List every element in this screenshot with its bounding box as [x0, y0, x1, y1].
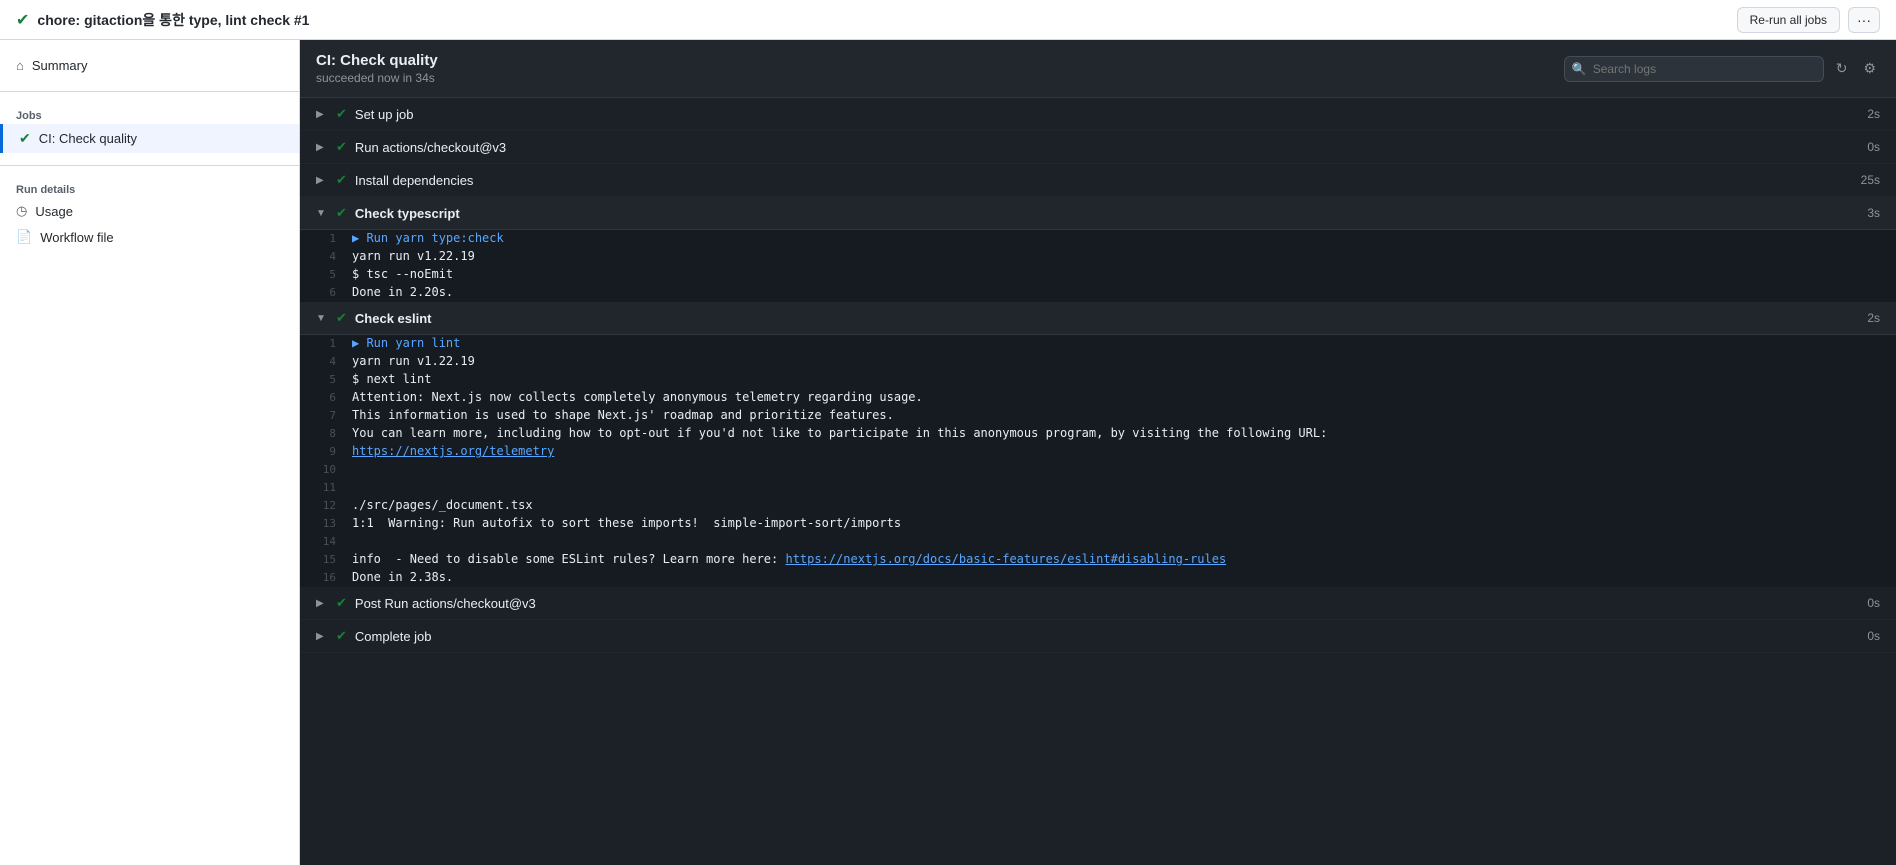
sidebar: ⌂ Summary Jobs ✔ CI: Check quality Run d…	[0, 40, 300, 865]
step-success-icon: ✔	[336, 139, 347, 155]
job-header-controls: 🔍 ↻ ⚙	[1564, 56, 1880, 82]
more-options-button[interactable]: ···	[1848, 7, 1880, 33]
step-name: Run actions/checkout@v3	[355, 140, 506, 155]
sidebar-item-ci-check[interactable]: ✔ CI: Check quality	[0, 124, 299, 153]
sidebar-divider-1	[0, 91, 299, 92]
step-name: Install dependencies	[355, 173, 474, 188]
job-success-icon: ✔	[19, 130, 31, 147]
step-time: 0s	[1867, 596, 1880, 610]
log-line: 7 This information is used to shape Next…	[300, 407, 1896, 425]
main-layout: ⌂ Summary Jobs ✔ CI: Check quality Run d…	[0, 40, 1896, 865]
sidebar-divider-2	[0, 165, 299, 166]
step-time: 25s	[1861, 173, 1880, 187]
log-line: 15 info - Need to disable some ESLint ru…	[300, 551, 1896, 569]
usage-label: Usage	[35, 204, 73, 219]
step-success-icon: ✔	[336, 172, 347, 188]
log-line: 12 ./src/pages/_document.tsx	[300, 497, 1896, 515]
log-line: 6 Done in 2.20s.	[300, 284, 1896, 302]
step-section-eslint: ▼ ✔ Check eslint 2s 1 ▶ Run yarn lint 4 …	[300, 302, 1896, 587]
log-line: 13 1:1 Warning: Run autofix to sort thes…	[300, 515, 1896, 533]
sidebar-item-summary[interactable]: ⌂ Summary	[0, 52, 299, 79]
chevron-right-icon: ▶	[316, 109, 328, 120]
main-content: CI: Check quality succeeded now in 34s 🔍…	[300, 40, 1896, 865]
chevron-down-icon: ▼	[316, 208, 328, 219]
step-row-setup[interactable]: ▶ ✔ Set up job 2s	[300, 98, 1896, 131]
log-line: 11	[300, 479, 1896, 497]
step-time: 2s	[1867, 107, 1880, 121]
log-line: 4 yarn run v1.22.19	[300, 248, 1896, 266]
file-icon: 📄	[16, 229, 32, 245]
top-bar-left: ✔ chore: gitaction을 통한 type, lint check …	[16, 10, 309, 30]
log-line: 10	[300, 461, 1896, 479]
log-block-eslint: 1 ▶ Run yarn lint 4 yarn run v1.22.19 5 …	[300, 335, 1896, 587]
step-success-icon: ✔	[336, 310, 347, 326]
step-success-icon: ✔	[336, 628, 347, 644]
step-success-icon: ✔	[336, 106, 347, 122]
step-time: 3s	[1867, 206, 1880, 220]
step-title: Check eslint	[355, 311, 432, 326]
sidebar-summary-section: ⌂ Summary	[0, 48, 299, 83]
log-line: 14	[300, 533, 1896, 551]
step-time: 2s	[1867, 311, 1880, 325]
log-block-typescript: 1 ▶ Run yarn type:check 4 yarn run v1.22…	[300, 230, 1896, 302]
step-row-install[interactable]: ▶ ✔ Install dependencies 25s	[300, 164, 1896, 197]
refresh-button[interactable]: ↻	[1832, 56, 1852, 81]
chevron-right-icon: ▶	[316, 175, 328, 186]
search-logs-input[interactable]	[1564, 56, 1824, 82]
sidebar-item-usage[interactable]: ◷ Usage	[0, 198, 299, 224]
log-line: 5 $ tsc --noEmit	[300, 266, 1896, 284]
sidebar-summary-label: Summary	[32, 58, 88, 73]
telemetry-link[interactable]: https://nextjs.org/telemetry	[352, 444, 554, 458]
chevron-right-icon: ▶	[316, 631, 328, 642]
log-line: 5 $ next lint	[300, 371, 1896, 389]
log-line: 4 yarn run v1.22.19	[300, 353, 1896, 371]
job-header-info: CI: Check quality succeeded now in 34s	[316, 52, 438, 85]
log-line: 8 You can learn more, including how to o…	[300, 425, 1896, 443]
step-row-checkout[interactable]: ▶ ✔ Run actions/checkout@v3 0s	[300, 131, 1896, 164]
log-line: 1 ▶ Run yarn type:check	[300, 230, 1896, 248]
sidebar-item-workflow[interactable]: 📄 Workflow file	[0, 224, 299, 250]
step-row-complete[interactable]: ▶ ✔ Complete job 0s	[300, 620, 1896, 653]
run-details-label: Run details	[0, 178, 299, 198]
step-title: Check typescript	[355, 206, 460, 221]
step-success-icon: ✔	[336, 205, 347, 221]
step-row-post-checkout[interactable]: ▶ ✔ Post Run actions/checkout@v3 0s	[300, 587, 1896, 620]
job-item-label: CI: Check quality	[39, 131, 137, 146]
step-header-typescript[interactable]: ▼ ✔ Check typescript 3s	[300, 197, 1896, 230]
workflow-label: Workflow file	[40, 230, 113, 245]
log-line: 1 ▶ Run yarn lint	[300, 335, 1896, 353]
step-name: Post Run actions/checkout@v3	[355, 596, 536, 611]
step-time: 0s	[1867, 140, 1880, 154]
home-icon: ⌂	[16, 58, 24, 73]
step-time: 0s	[1867, 629, 1880, 643]
chevron-down-icon: ▼	[316, 313, 328, 324]
rerun-all-button[interactable]: Re-run all jobs	[1737, 7, 1840, 33]
job-subtitle: succeeded now in 34s	[316, 71, 438, 85]
step-section-typescript: ▼ ✔ Check typescript 3s 1 ▶ Run yarn typ…	[300, 197, 1896, 302]
step-success-icon: ✔	[336, 595, 347, 611]
jobs-section-label: Jobs	[0, 104, 299, 124]
job-header: CI: Check quality succeeded now in 34s 🔍…	[300, 40, 1896, 98]
log-line: 9 https://nextjs.org/telemetry	[300, 443, 1896, 461]
top-bar-right: Re-run all jobs ···	[1737, 7, 1880, 33]
step-name: Set up job	[355, 107, 414, 122]
log-line: 16 Done in 2.38s.	[300, 569, 1896, 587]
log-line: 6 Attention: Next.js now collects comple…	[300, 389, 1896, 407]
settings-button[interactable]: ⚙	[1859, 56, 1880, 81]
eslint-link[interactable]: https://nextjs.org/docs/basic-features/e…	[785, 552, 1226, 566]
page-title: chore: gitaction을 통한 type, lint check #1	[37, 10, 309, 30]
sidebar-jobs-section: Jobs ✔ CI: Check quality	[0, 100, 299, 157]
clock-icon: ◷	[16, 203, 27, 219]
step-name: Complete job	[355, 629, 432, 644]
sidebar-run-details-section: Run details ◷ Usage 📄 Workflow file	[0, 174, 299, 254]
search-wrap: 🔍	[1564, 56, 1824, 82]
chevron-right-icon: ▶	[316, 142, 328, 153]
success-icon: ✔	[16, 10, 29, 30]
top-bar: ✔ chore: gitaction을 통한 type, lint check …	[0, 0, 1896, 40]
steps-container: ▶ ✔ Set up job 2s ▶ ✔ Run actions/checko…	[300, 98, 1896, 653]
step-header-eslint[interactable]: ▼ ✔ Check eslint 2s	[300, 302, 1896, 335]
job-title: CI: Check quality	[316, 52, 438, 69]
chevron-right-icon: ▶	[316, 598, 328, 609]
